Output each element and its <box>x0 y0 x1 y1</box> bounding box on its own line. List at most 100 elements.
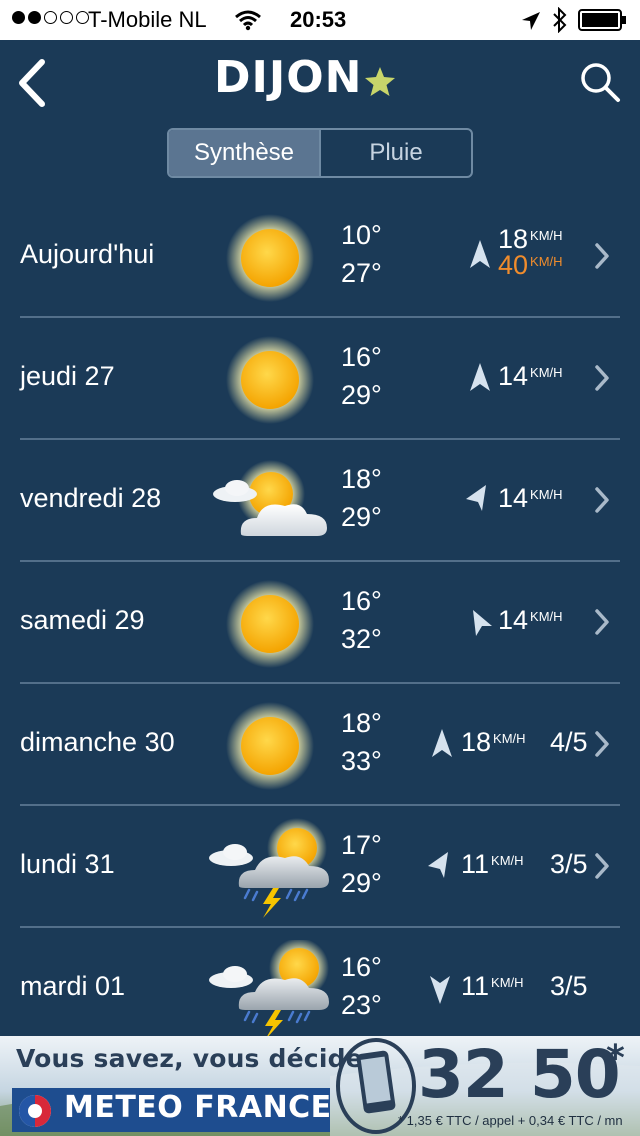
signal-dot <box>44 11 57 24</box>
wind-direction-arrow-icon <box>466 485 486 511</box>
wind-unit: KM/H <box>491 853 524 868</box>
wind-speed-value: 14 <box>498 361 529 391</box>
wind-speed-value: 14 <box>498 605 529 635</box>
sun-icon <box>226 336 314 424</box>
city-title: DIJON <box>214 52 363 103</box>
signal-dot <box>12 11 25 24</box>
wind-gust: 40 KM/H <box>498 250 563 281</box>
wind-direction-arrow-icon <box>428 852 448 878</box>
wind-speed-value: 11 <box>461 849 490 879</box>
status-time: 20:53 <box>290 7 347 32</box>
signal-dot <box>60 11 73 24</box>
day-label: Aujourd'hui <box>20 239 155 269</box>
temperature-min: 18° <box>341 708 382 738</box>
forecast-list: Aujourd'hui 10° 27° 18 KM/H 40 KM/H jeud… <box>0 196 640 1050</box>
tab-pluie[interactable]: Pluie <box>321 130 471 176</box>
chevron-right-icon <box>595 365 609 391</box>
temperature-min: 16° <box>341 586 382 616</box>
forecast-row[interactable]: dimanche 30 18° 33° 18 KM/H 4/5 <box>0 684 640 806</box>
wind-direction-arrow-icon <box>470 363 490 391</box>
wind-direction-arrow-icon <box>473 610 492 636</box>
wifi-icon <box>235 10 261 31</box>
wind-speed-value: 18 <box>461 727 492 757</box>
wind-speed: 14 KM/H <box>498 361 563 392</box>
forecast-row[interactable]: Aujourd'hui 10° 27° 18 KM/H 40 KM/H <box>0 196 640 318</box>
chevron-right-icon <box>595 243 609 269</box>
wind-unit: KM/H <box>530 609 563 624</box>
temperature-max: 23° <box>341 990 382 1020</box>
confidence-index: 4/5 <box>550 727 588 757</box>
day-label: dimanche 30 <box>20 727 175 757</box>
ad-asterisk: * <box>606 1038 625 1079</box>
ad-pricing-note: * 1,35 € TTC / appel + 0,34 € TTC / mn <box>398 1113 623 1128</box>
sun-icon <box>226 702 314 790</box>
day-label: jeudi 27 <box>20 361 115 391</box>
carrier-name: T-Mobile NL <box>88 7 207 32</box>
bluetooth-icon <box>553 7 567 33</box>
forecast-row[interactable]: jeudi 27 16° 29° 14 KM/H <box>0 318 640 440</box>
forecast-row[interactable]: lundi 31 17° 29° 11 KM/H 3/5 <box>0 806 640 928</box>
forecast-row[interactable]: vendredi 28 18° 29° 14 KM/H <box>0 440 640 562</box>
ad-brand-name: METEO FRANCE <box>64 1090 332 1125</box>
temperature-min: 17° <box>341 830 382 860</box>
chevron-left-icon <box>19 59 45 107</box>
temperature-min: 16° <box>341 342 382 372</box>
forecast-row[interactable]: samedi 29 16° 32° 14 KM/H <box>0 562 640 684</box>
temperature-min: 18° <box>341 464 382 494</box>
chevron-right-icon <box>595 853 609 879</box>
wind-unit: KM/H <box>530 228 563 243</box>
temperature-max: 32° <box>341 624 382 654</box>
temperature-min: 16° <box>341 952 382 982</box>
day-label: vendredi 28 <box>20 483 162 513</box>
forecast-row[interactable]: mardi 01 16° 23° 11 KM/H 3/5 <box>0 928 640 1050</box>
ad-slogan: Vous savez, vous décidez <box>16 1044 378 1073</box>
day-label: samedi 29 <box>20 605 145 635</box>
wind-speed-value: 14 <box>498 483 529 513</box>
status-bar: T-Mobile NL 20:53 <box>0 0 640 40</box>
day-label: mardi 01 <box>20 971 126 1001</box>
search-button[interactable] <box>578 60 622 104</box>
confidence-index: 3/5 <box>550 971 588 1001</box>
wind-speed: 14 KM/H <box>498 605 563 636</box>
wind-unit: KM/H <box>530 487 563 502</box>
sun-icon <box>226 214 314 302</box>
temperature-max: 33° <box>341 746 382 776</box>
chevron-right-icon <box>595 731 609 757</box>
ad-phone-number: 32 50 <box>418 1036 621 1113</box>
back-button[interactable] <box>14 56 54 110</box>
wind-unit: KM/H <box>493 731 526 746</box>
temperature-max: 29° <box>341 502 382 532</box>
wind-direction-arrow-icon <box>432 729 452 757</box>
confidence-index: 3/5 <box>550 849 588 879</box>
signal-strength-icon <box>12 11 89 24</box>
wind-gust-unit: KM/H <box>530 254 563 269</box>
wind-speed: 18 KM/H <box>461 727 526 758</box>
temperature-max: 27° <box>341 258 382 288</box>
wind-speed: 11 KM/H <box>461 971 524 1002</box>
chevron-right-icon <box>595 609 609 635</box>
temperature-max: 29° <box>341 868 382 898</box>
storm-icon <box>209 940 329 1040</box>
wind-unit: KM/H <box>491 975 524 990</box>
chevron-right-icon <box>595 487 609 513</box>
wind-unit: KM/H <box>530 365 563 380</box>
day-label: lundi 31 <box>20 849 115 879</box>
wind-direction-arrow-icon <box>470 240 490 268</box>
sun-cloud-icon <box>213 460 327 536</box>
view-segmented-control: Synthèse Pluie <box>167 128 473 178</box>
signal-dot <box>28 11 41 24</box>
search-icon <box>581 63 620 102</box>
wind-speed-value: 11 <box>461 971 490 1001</box>
favorite-star-icon[interactable] <box>364 66 396 98</box>
wind-speed: 11 KM/H <box>461 849 524 880</box>
sun-icon <box>226 580 314 668</box>
wind-speed: 14 KM/H <box>498 483 563 514</box>
wind-gust-value: 40 <box>498 250 529 280</box>
temperature-min: 10° <box>341 220 382 250</box>
location-arrow-icon <box>522 12 540 30</box>
wind-direction-arrow-icon <box>430 976 450 1004</box>
temperature-max: 29° <box>341 380 382 410</box>
meteo-france-logo-icon <box>19 1095 51 1127</box>
storm-icon <box>209 818 329 918</box>
tab-synthese[interactable]: Synthèse <box>169 130 321 176</box>
